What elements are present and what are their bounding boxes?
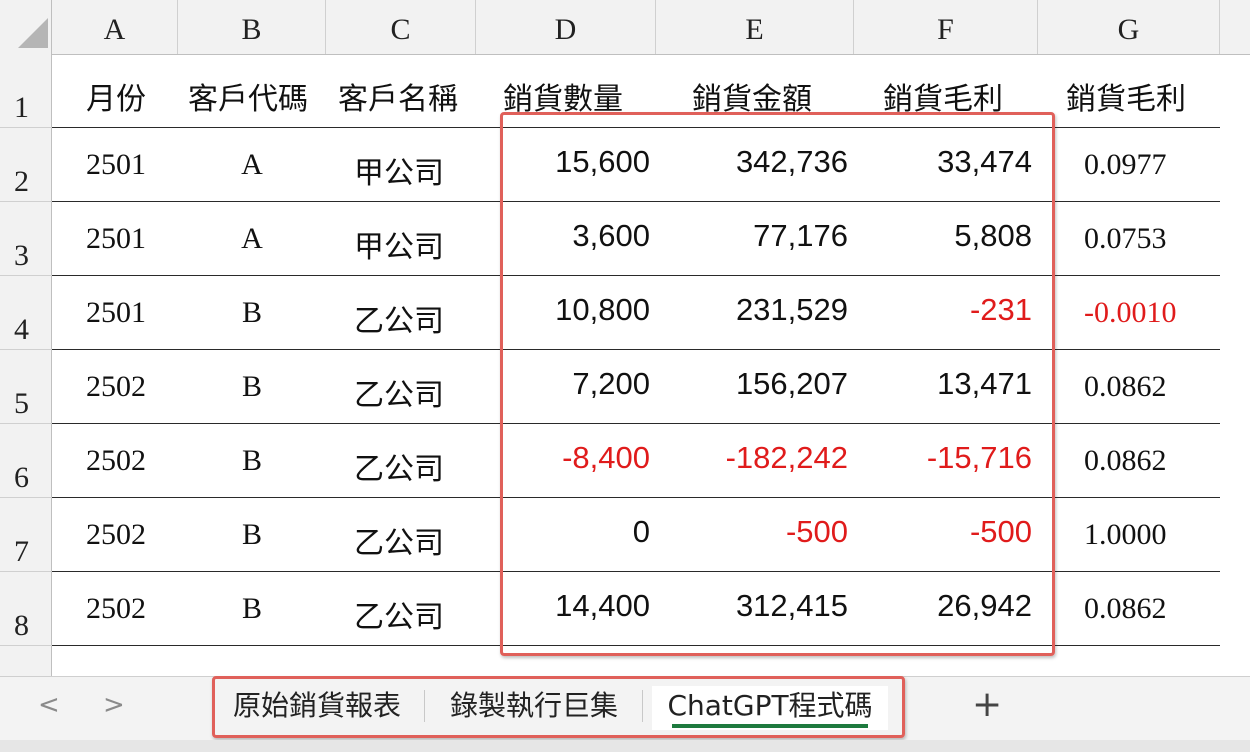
grid-line: [52, 127, 1220, 128]
cell-gross-profit-ratio[interactable]: 0.0862: [1084, 444, 1204, 478]
row-header-7[interactable]: 7: [0, 498, 52, 572]
cell-customer-code[interactable]: B: [226, 592, 278, 626]
cell-gross-profit-ratio[interactable]: 0.0977: [1084, 148, 1204, 182]
cell-sales-quantity[interactable]: 10,800: [476, 292, 650, 328]
chevron-left-icon[interactable]: <: [38, 690, 60, 720]
cell-customer-code[interactable]: B: [226, 444, 278, 478]
cell-customer-name[interactable]: 乙公司: [354, 370, 454, 414]
select-all-icon: [18, 18, 48, 48]
cell-month[interactable]: 2502: [86, 370, 166, 404]
column-header-c[interactable]: C: [326, 0, 476, 54]
cell-sales-quantity[interactable]: 14,400: [476, 588, 650, 624]
cell-gross-profit-ratio[interactable]: 0.0753: [1084, 222, 1204, 256]
header-sales-quantity[interactable]: 銷貨數量: [503, 74, 623, 118]
cell-gross-profit[interactable]: -500: [854, 514, 1032, 550]
cell-month[interactable]: 2501: [86, 222, 166, 256]
cell-month[interactable]: 2502: [86, 518, 166, 552]
cell-customer-name[interactable]: 乙公司: [354, 296, 454, 340]
cell-gross-profit[interactable]: 33,474: [854, 144, 1032, 180]
cell-customer-name[interactable]: 乙公司: [354, 444, 454, 488]
cell-gross-profit-ratio[interactable]: 0.0862: [1084, 592, 1204, 626]
column-header-b[interactable]: B: [178, 0, 326, 54]
cell-customer-code[interactable]: A: [226, 148, 278, 182]
highlight-tabs-box: [212, 676, 905, 738]
cell-sales-amount[interactable]: 231,529: [656, 292, 848, 328]
cell-gross-profit[interactable]: -15,716: [854, 440, 1032, 476]
header-month[interactable]: 月份: [86, 74, 146, 118]
cell-sales-quantity[interactable]: 15,600: [476, 144, 650, 180]
cell-sales-amount[interactable]: -500: [656, 514, 848, 550]
cell-sales-amount[interactable]: 156,207: [656, 366, 848, 402]
grid-line: [52, 571, 1220, 572]
column-header-e[interactable]: E: [656, 0, 854, 54]
header-gross-profit-ratio[interactable]: 銷貨毛利: [1066, 74, 1186, 118]
cell-customer-name[interactable]: 乙公司: [354, 592, 454, 636]
grid-line: [52, 497, 1220, 498]
row-header-1[interactable]: 1: [0, 54, 52, 128]
select-all-corner[interactable]: [0, 0, 52, 54]
cell-sales-amount[interactable]: 77,176: [656, 218, 848, 254]
row-header-4[interactable]: 4: [0, 276, 52, 350]
row-header-8[interactable]: 8: [0, 572, 52, 646]
grid-line: [52, 349, 1220, 350]
cell-gross-profit[interactable]: 5,808: [854, 218, 1032, 254]
cell-sales-quantity[interactable]: 3,600: [476, 218, 650, 254]
header-gross-profit[interactable]: 銷貨毛利: [883, 74, 1003, 118]
grid-line: [52, 645, 1220, 646]
row-header-6[interactable]: 6: [0, 424, 52, 498]
column-header-g[interactable]: G: [1038, 0, 1220, 54]
cell-sales-amount[interactable]: -182,242: [656, 440, 848, 476]
row-header-3[interactable]: 3: [0, 202, 52, 276]
cell-customer-code[interactable]: B: [226, 518, 278, 552]
column-header-d[interactable]: D: [476, 0, 656, 54]
header-sales-amount[interactable]: 銷貨金額: [692, 74, 812, 118]
row-header-5[interactable]: 5: [0, 350, 52, 424]
cell-sales-quantity[interactable]: -8,400: [476, 440, 650, 476]
cell-gross-profit-ratio[interactable]: 0.0862: [1084, 370, 1204, 404]
cell-gross-profit[interactable]: 13,471: [854, 366, 1032, 402]
header-customer-name[interactable]: 客戶名稱: [338, 74, 458, 118]
cell-month[interactable]: 2502: [86, 592, 166, 626]
status-strip: [0, 740, 1250, 752]
cell-customer-name[interactable]: 乙公司: [354, 518, 454, 562]
cell-sales-amount[interactable]: 312,415: [656, 588, 848, 624]
cell-month[interactable]: 2502: [86, 444, 166, 478]
grid-line: [52, 423, 1220, 424]
cell-gross-profit[interactable]: -231: [854, 292, 1032, 328]
column-header-f[interactable]: F: [854, 0, 1038, 54]
cell-customer-name[interactable]: 甲公司: [354, 148, 454, 192]
cell-customer-name[interactable]: 甲公司: [354, 222, 454, 266]
row-header-2[interactable]: 2: [0, 128, 52, 202]
cell-sales-amount[interactable]: 342,736: [656, 144, 848, 180]
grid-line: [52, 201, 1220, 202]
cell-customer-code[interactable]: A: [226, 222, 278, 256]
cell-customer-code[interactable]: B: [226, 370, 278, 404]
cell-gross-profit-ratio[interactable]: -0.0010: [1084, 296, 1204, 330]
cell-sales-quantity[interactable]: 7,200: [476, 366, 650, 402]
column-header-a[interactable]: A: [52, 0, 178, 54]
cell-gross-profit[interactable]: 26,942: [854, 588, 1032, 624]
cell-sales-quantity[interactable]: 0: [476, 514, 650, 550]
grid-line: [52, 275, 1220, 276]
cell-gross-profit-ratio[interactable]: 1.0000: [1084, 518, 1204, 552]
cell-month[interactable]: 2501: [86, 296, 166, 330]
cell-customer-code[interactable]: B: [226, 296, 278, 330]
chevron-right-icon[interactable]: >: [103, 690, 125, 720]
plus-icon[interactable]: +: [972, 684, 1002, 725]
cell-month[interactable]: 2501: [86, 148, 166, 182]
header-customer-code[interactable]: 客戶代碼: [188, 74, 308, 118]
column-header-row: A B C D E F G: [0, 0, 1250, 55]
